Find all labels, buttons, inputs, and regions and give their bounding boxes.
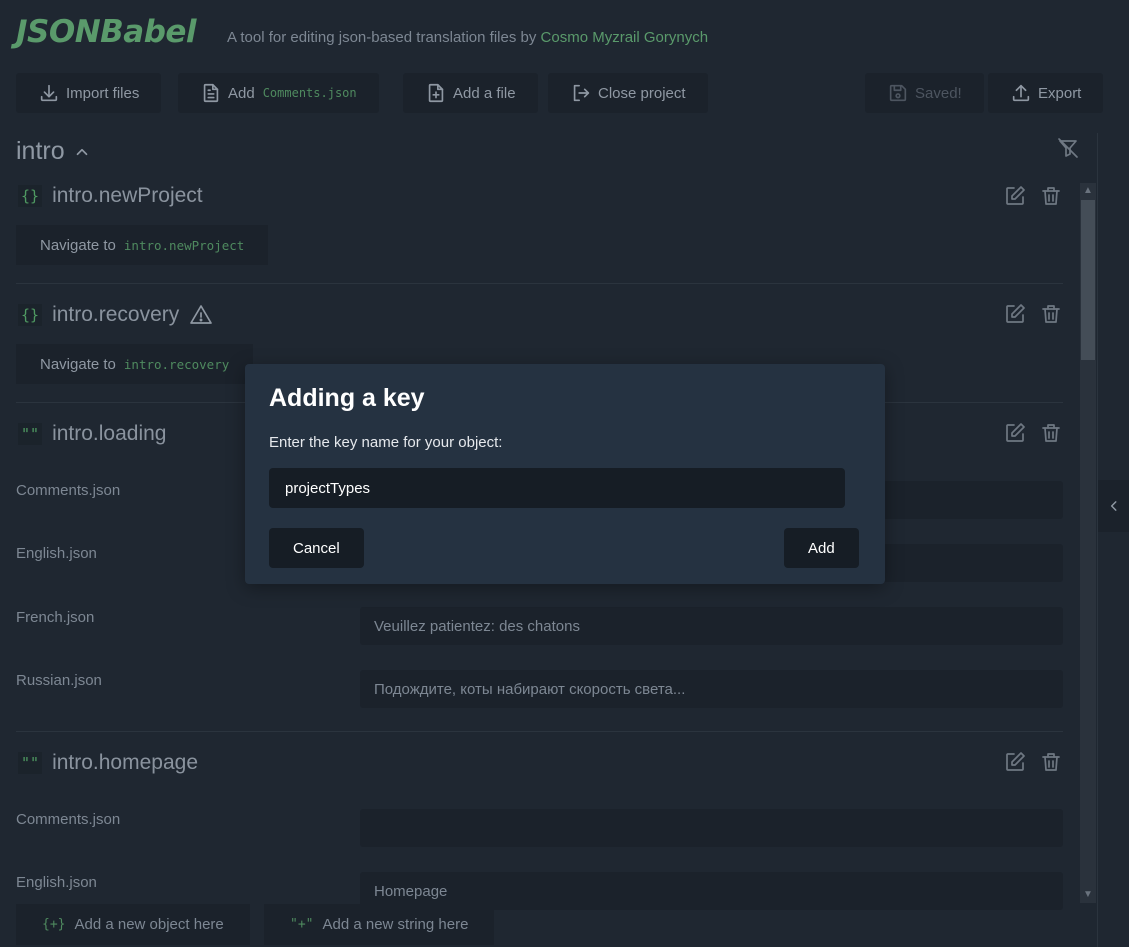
edit-icon[interactable] — [1003, 421, 1027, 445]
upload-icon — [1010, 82, 1032, 104]
cancel-button[interactable]: Cancel — [269, 528, 364, 568]
trash-icon[interactable] — [1039, 421, 1063, 445]
lang-label: Comments.json — [16, 811, 121, 828]
navigate-label: Navigate to — [40, 355, 116, 373]
tagline-text: A tool for editing json-based translatio… — [227, 29, 537, 46]
key-actions — [1003, 302, 1063, 326]
add-string-glyph: "+" — [290, 917, 314, 932]
download-icon — [38, 82, 60, 104]
warning-icon — [189, 303, 213, 327]
saved-label: Saved! — [915, 84, 962, 102]
divider — [16, 731, 1063, 732]
export-label: Export — [1038, 84, 1082, 102]
author-link[interactable]: Cosmo Myzrail Gorynych — [541, 29, 709, 46]
scroll-down-icon[interactable]: ▼ — [1083, 890, 1093, 900]
key-actions — [1003, 421, 1063, 445]
lang-label: Comments.json — [16, 482, 121, 499]
add-file-code: Comments.json — [262, 86, 357, 100]
add-button[interactable]: Add — [784, 528, 859, 568]
add-object-button[interactable]: {+} Add a new object here — [16, 904, 250, 945]
dialog-prompt: Enter the key name for your object: — [269, 434, 503, 451]
key-title: {} intro.recovery — [18, 303, 213, 327]
object-glyph: {} — [18, 304, 43, 326]
navigate-code: intro.newProject — [123, 237, 245, 253]
key-title: {} intro.newProject — [18, 184, 203, 208]
object-glyph: {} — [18, 185, 43, 207]
edit-icon[interactable] — [1003, 750, 1027, 774]
scrollbar-thumb[interactable] — [1081, 200, 1095, 360]
add-comments-button[interactable]: Add Comments.json — [178, 73, 379, 113]
add-object-glyph: {+} — [42, 917, 66, 932]
add-label: Add — [228, 84, 255, 102]
section-title: intro — [16, 137, 65, 165]
chevron-left-icon — [1107, 499, 1121, 513]
add-string-button[interactable]: "+" Add a new string here — [264, 904, 495, 945]
lang-label: French.json — [16, 609, 95, 626]
add-string-label: Add a new string here — [322, 916, 469, 933]
key-name: intro.newProject — [52, 184, 203, 207]
section-header[interactable]: intro — [16, 137, 91, 166]
filter-off-icon[interactable] — [1056, 136, 1080, 160]
side-panel-toggle[interactable] — [1098, 480, 1129, 532]
export-button[interactable]: Export — [988, 73, 1104, 113]
lang-label: English.json — [16, 545, 97, 562]
import-files-button[interactable]: Import files — [16, 73, 162, 113]
app-logo: JSONBabel — [16, 14, 197, 50]
key-title: "" intro.loading — [18, 422, 166, 446]
chevron-up-icon — [73, 143, 91, 161]
close-project-label: Close project — [598, 84, 686, 102]
translation-field[interactable]: Veuillez patientez: des chatons — [360, 607, 1063, 645]
navigate-button[interactable]: Navigate to intro.recovery — [16, 344, 254, 384]
string-glyph: "" — [18, 423, 43, 445]
lang-label: Russian.json — [16, 672, 102, 689]
edit-icon[interactable] — [1003, 302, 1027, 326]
key-name-input[interactable] — [269, 468, 845, 508]
key-name: intro.recovery — [52, 303, 180, 326]
key-actions — [1003, 750, 1063, 774]
add-object-label: Add a new object here — [74, 916, 224, 933]
navigate-label: Navigate to — [40, 236, 116, 254]
trash-icon[interactable] — [1039, 302, 1063, 326]
translation-field[interactable] — [360, 809, 1063, 847]
document-icon — [200, 82, 222, 104]
trash-icon[interactable] — [1039, 750, 1063, 774]
key-name: intro.loading — [52, 422, 167, 445]
divider — [16, 283, 1063, 284]
dialog-title: Adding a key — [269, 384, 425, 412]
import-files-label: Import files — [66, 84, 140, 102]
edit-icon[interactable] — [1003, 184, 1027, 208]
string-glyph: "" — [18, 752, 43, 774]
lang-label: English.json — [16, 874, 97, 891]
key-actions — [1003, 184, 1063, 208]
save-icon — [887, 82, 909, 104]
side-divider — [1097, 133, 1098, 947]
key-name: intro.homepage — [52, 751, 198, 774]
add-key-dialog: Adding a key Enter the key name for your… — [245, 364, 885, 584]
app-tagline: A tool for editing json-based translatio… — [227, 29, 708, 46]
key-title: "" intro.homepage — [18, 751, 198, 775]
scroll-up-icon[interactable]: ▲ — [1083, 186, 1093, 196]
translation-field[interactable]: Подождите, коты набирают скорость света.… — [360, 670, 1063, 708]
navigate-button[interactable]: Navigate to intro.newProject — [16, 225, 269, 265]
navigate-code: intro.recovery — [123, 356, 230, 372]
trash-icon[interactable] — [1039, 184, 1063, 208]
add-a-file-button[interactable]: Add a file — [403, 73, 538, 113]
file-plus-icon — [425, 82, 447, 104]
add-a-file-label: Add a file — [453, 84, 516, 102]
saved-button[interactable]: Saved! — [865, 73, 984, 113]
close-project-button[interactable]: Close project — [548, 73, 708, 113]
logout-icon — [570, 82, 592, 104]
